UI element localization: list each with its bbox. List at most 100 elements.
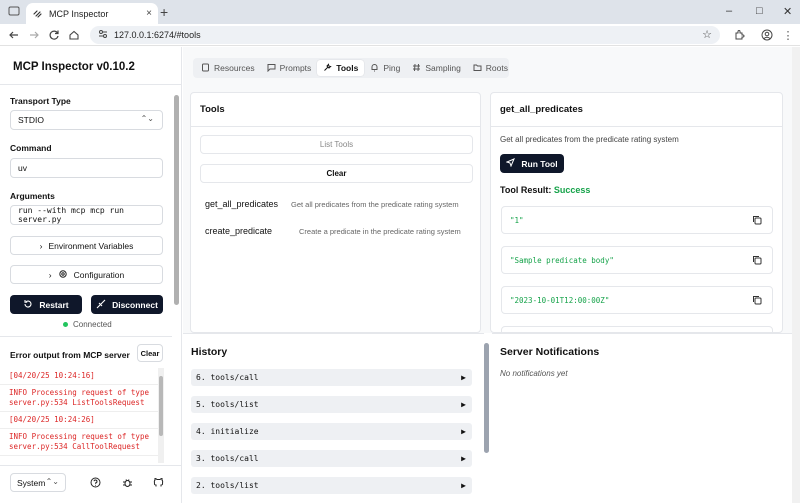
result-item: "1" [501, 206, 773, 234]
extensions-icon[interactable] [732, 28, 746, 42]
help-icon[interactable] [89, 476, 101, 488]
result-item: "Sample predicate body" [501, 246, 773, 274]
history-item[interactable]: 3. tools/call ▶ [191, 450, 472, 467]
notifications-panel: Server Notifications No notifications ye… [492, 333, 800, 503]
tool-item[interactable]: create_predicate Create a predicate in t… [205, 226, 475, 236]
main-tabs: Resources Prompts Tools Ping Sampling Ro… [193, 58, 509, 78]
address-bar: 127.0.0.1:6274/#tools ☆ ⋮ [0, 24, 800, 46]
browser-tab[interactable]: MCP Inspector × [26, 3, 158, 24]
clear-error-button[interactable]: Clear [137, 344, 163, 362]
sidebar-scrollbar[interactable] [173, 95, 180, 503]
tab-roots[interactable]: Roots [467, 60, 514, 76]
environment-variables-label: Environment Variables [48, 240, 134, 251]
github-icon[interactable] [152, 476, 164, 488]
browser-tab-title: MCP Inspector [49, 8, 109, 19]
arguments-input[interactable]: run --with mcp mcp run server.py [10, 205, 163, 225]
back-icon[interactable] [7, 28, 21, 42]
expand-triangle-icon: ▶ [461, 454, 466, 463]
transport-type-select[interactable]: STDIO ⌃⌄ [10, 110, 163, 130]
tab-label: Roots [485, 63, 509, 73]
tab-prompts[interactable]: Prompts [261, 60, 318, 76]
status-dot-icon [63, 322, 68, 327]
list-tools-button[interactable]: List Tools [200, 135, 473, 154]
forward-icon[interactable] [27, 28, 41, 42]
app-title: MCP Inspector v0.10.2 [13, 61, 135, 73]
chevron-updown-icon: ⌃⌄ [45, 477, 59, 486]
history-item[interactable]: 6. tools/call ▶ [191, 369, 472, 386]
history-item[interactable]: 5. tools/list ▶ [191, 396, 472, 413]
tab-ping[interactable]: Ping [364, 60, 406, 76]
tools-panel-title: Tools [200, 104, 225, 115]
gear-icon [58, 269, 68, 281]
chevron-right-icon: › [48, 269, 52, 280]
expand-triangle-icon: ▶ [461, 427, 466, 436]
main-scrollbar[interactable] [792, 47, 800, 503]
run-tool-label: Run Tool [521, 158, 558, 169]
copy-icon[interactable] [752, 255, 762, 265]
history-panel: History 6. tools/call ▶ 5. tools/list ▶ … [183, 333, 484, 503]
tools-panel: Tools List Tools Clear get_all_predicate… [190, 92, 481, 333]
copy-icon[interactable] [752, 295, 762, 305]
configuration-button[interactable]: › Configuration [10, 265, 163, 284]
restart-button[interactable]: Restart [10, 295, 82, 314]
run-tool-button[interactable]: Run Tool [500, 154, 564, 173]
history-item[interactable]: 4. initialize ▶ [191, 423, 472, 440]
url-field[interactable]: 127.0.0.1:6274/#tools ☆ [90, 26, 720, 44]
disconnect-button[interactable]: Disconnect [91, 295, 163, 314]
error-log-scrollbar[interactable] [158, 368, 164, 463]
history-item-label: 3. tools/call [196, 454, 259, 463]
command-value: uv [18, 163, 27, 173]
tool-result-status: Success [553, 185, 591, 195]
divider [0, 84, 182, 85]
theme-select[interactable]: System ⌃⌄ [10, 473, 66, 492]
resize-handle-bar[interactable] [484, 343, 489, 453]
history-item-label: 2. tools/list [196, 481, 259, 490]
history-title: History [191, 346, 228, 358]
main-area: Resources Prompts Tools Ping Sampling Ro… [183, 47, 800, 503]
tab-search-icon[interactable] [8, 5, 20, 17]
chevron-updown-icon: ⌃⌄ [140, 114, 154, 123]
bookmark-star-icon[interactable]: ☆ [702, 28, 712, 41]
bug-icon[interactable] [121, 476, 133, 488]
tool-item[interactable]: get_all_predicates Get all predicates fr… [205, 199, 475, 209]
error-log-line: INFO Processing request of type server.p… [0, 429, 160, 456]
unplug-icon [96, 299, 106, 311]
tool-result-heading: Tool Result: Success [500, 185, 590, 195]
tab-label: Sampling [425, 63, 461, 73]
tab-tools[interactable]: Tools [317, 60, 365, 76]
file-icon [201, 63, 210, 74]
clear-tools-button[interactable]: Clear [200, 164, 473, 183]
disconnect-label: Disconnect [112, 299, 158, 310]
panel-resize-handle[interactable] [484, 333, 492, 503]
history-item-label: 6. tools/call [196, 373, 259, 382]
history-item-label: 5. tools/list [196, 400, 259, 409]
folder-icon [473, 63, 482, 74]
message-icon [267, 63, 276, 74]
reload-icon[interactable] [47, 28, 61, 42]
notifications-empty-text: No notifications yet [500, 369, 568, 378]
command-input[interactable]: uv [10, 158, 163, 178]
profile-icon[interactable] [760, 28, 774, 42]
scroll-thumb[interactable] [174, 95, 179, 305]
connection-status-text: Connected [73, 320, 112, 329]
hash-icon [412, 63, 421, 74]
environment-variables-button[interactable]: › Environment Variables [10, 236, 163, 255]
site-info-icon[interactable] [98, 29, 108, 41]
copy-icon[interactable] [752, 215, 762, 225]
tab-sampling[interactable]: Sampling [406, 60, 466, 76]
close-window-button[interactable]: ✕ [783, 5, 792, 18]
restart-label: Restart [39, 299, 69, 310]
new-tab-button[interactable]: + [160, 4, 168, 20]
history-item[interactable]: 2. tools/list ▶ [191, 477, 472, 494]
browser-menu-icon[interactable]: ⋮ [781, 28, 795, 42]
tool-result-label: Tool Result: [500, 185, 552, 195]
tab-label: Resources [214, 63, 255, 73]
maximize-button[interactable]: □ [756, 5, 763, 17]
home-icon[interactable] [67, 28, 81, 42]
tab-resources[interactable]: Resources [195, 60, 261, 76]
expand-triangle-icon: ▶ [461, 373, 466, 382]
tab-label: Prompts [279, 63, 312, 73]
minimize-button[interactable]: – [726, 5, 732, 17]
close-tab-icon[interactable]: × [146, 8, 152, 19]
scroll-thumb[interactable] [159, 376, 163, 436]
